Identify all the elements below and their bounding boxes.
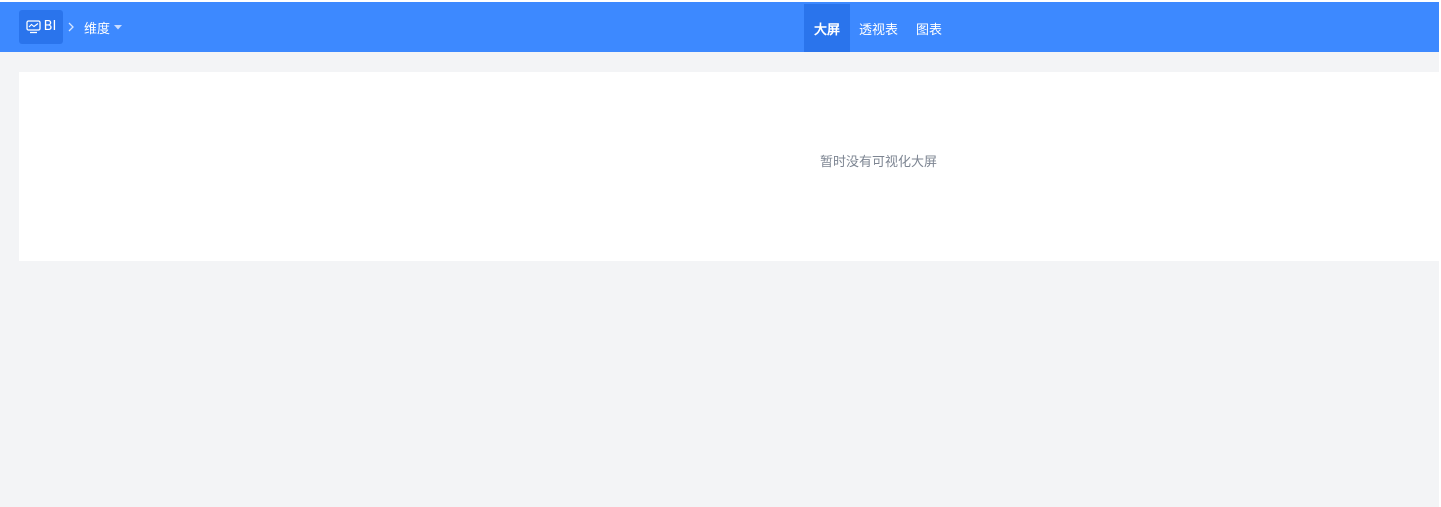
brand-label: BI — [43, 19, 57, 34]
tab-chart[interactable]: 图表 — [907, 4, 951, 52]
monitor-icon — [25, 20, 41, 34]
chevron-right-icon — [68, 22, 74, 32]
view-tabs: 大屏 透视表 图表 — [804, 4, 951, 52]
breadcrumb-label: 维度 — [84, 21, 111, 37]
content-panel: 暂时没有可视化大屏 — [19, 72, 1441, 261]
tab-big-screen[interactable]: 大屏 — [804, 4, 851, 52]
tab-pivot-table[interactable]: 透视表 — [850, 4, 907, 52]
caret-down-icon — [114, 24, 123, 29]
breadcrumb-dimension-dropdown[interactable]: 维度 — [84, 17, 123, 37]
top-navigation-bar: BI 维度 大屏 透视表 图表 — [0, 2, 1441, 52]
empty-state-message: 暂时没有可视化大屏 — [820, 155, 938, 170]
bi-home-button[interactable]: BI — [19, 10, 63, 44]
